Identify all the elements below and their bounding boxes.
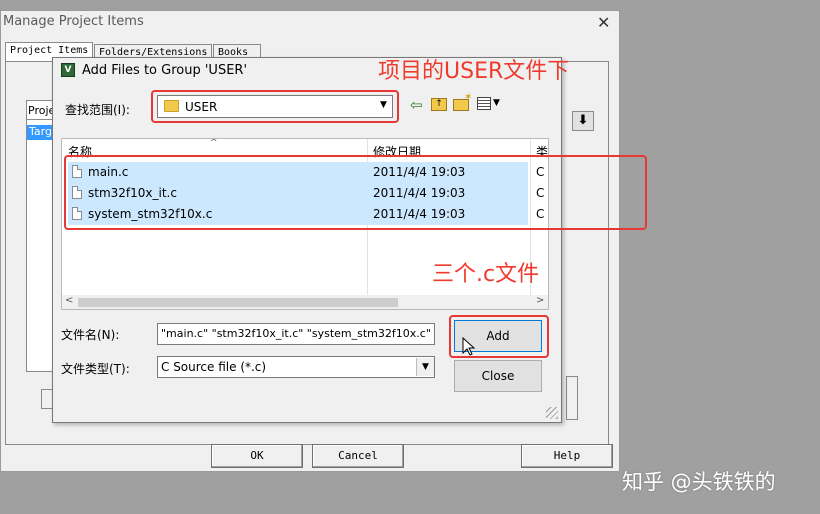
scroll-left-icon[interactable]: <	[65, 295, 73, 306]
window-title: Manage Project Items	[3, 14, 144, 29]
view-menu-icon[interactable]	[477, 97, 491, 110]
dialog-title: Add Files to Group 'USER'	[82, 63, 248, 78]
files-highlight-box	[64, 155, 647, 230]
close-icon[interactable]: ✕	[597, 13, 610, 32]
scroll-right-icon[interactable]: >	[536, 295, 544, 306]
lookin-label: 查找范围(I):	[65, 103, 130, 117]
filetype-label: 文件类型(T):	[61, 362, 130, 376]
filename-label: 文件名(N):	[61, 328, 120, 342]
filetype-select[interactable]: C Source file (*.c) ▼	[157, 356, 435, 378]
lookin-highlight-box	[151, 90, 399, 123]
resize-grip-icon[interactable]	[546, 407, 558, 419]
watermark: 知乎 @头铁铁的	[622, 470, 776, 494]
move-down-icon[interactable]: ⬇	[572, 111, 594, 131]
annotation-user-folder: 项目的USER文件下	[378, 59, 570, 84]
hidden-button-right[interactable]	[566, 376, 578, 420]
back-arrow-icon[interactable]: ⇦	[410, 96, 423, 114]
view-dropdown-icon[interactable]: ▼	[493, 98, 500, 108]
horizontal-scrollbar[interactable]: < >	[62, 295, 548, 309]
add-files-dialog: V Add Files to Group 'USER' 查找范围(I): USE…	[52, 57, 647, 423]
mouse-cursor-icon	[462, 337, 476, 356]
cancel-button[interactable]: Cancel	[312, 444, 404, 468]
filename-input[interactable]: "main.c" "stm32f10x_it.c" "system_stm32f…	[157, 323, 435, 345]
up-folder-icon[interactable]: ↑	[431, 98, 447, 111]
help-button[interactable]: Help	[521, 444, 613, 468]
chevron-down-icon[interactable]: ▼	[416, 358, 434, 376]
scroll-thumb[interactable]	[78, 298, 398, 307]
sort-caret-icon: ^	[210, 138, 218, 148]
app-icon: V	[61, 63, 75, 77]
close-button[interactable]: Close	[454, 360, 542, 392]
ok-button[interactable]: OK	[211, 444, 303, 468]
annotation-three-files: 三个.c文件	[432, 262, 540, 287]
filetype-value: C Source file (*.c)	[161, 360, 267, 374]
sparkle-icon: ✶	[464, 92, 473, 103]
